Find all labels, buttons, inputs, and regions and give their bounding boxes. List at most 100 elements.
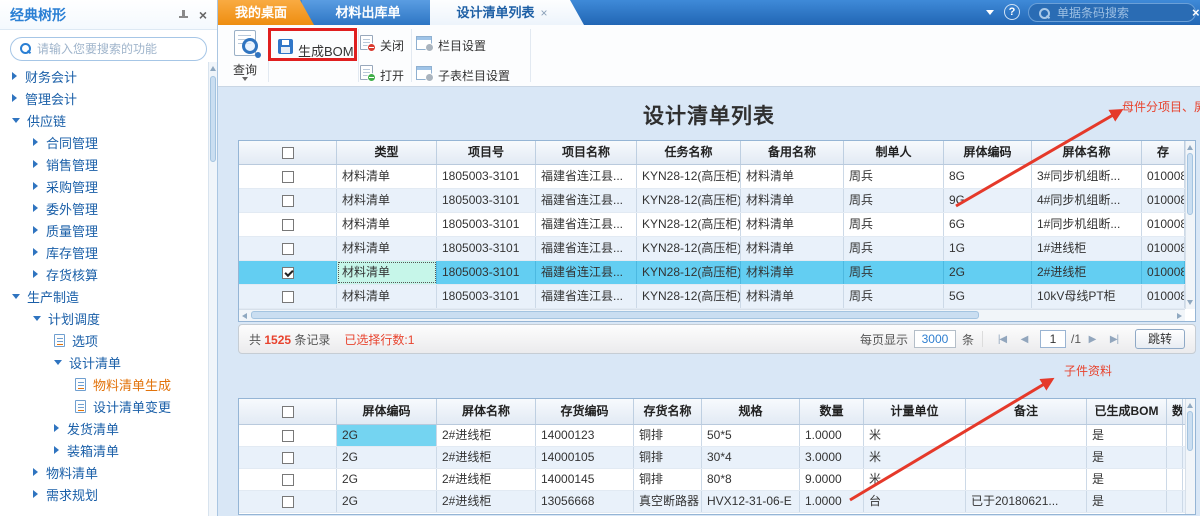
pin-icon[interactable] xyxy=(177,9,189,21)
row-checkbox[interactable] xyxy=(282,171,294,183)
column-header[interactable]: 存 xyxy=(1142,141,1185,164)
column-header[interactable]: 类型 xyxy=(337,141,437,164)
page-number-input[interactable] xyxy=(1040,330,1066,348)
column-header[interactable]: 屏体名称 xyxy=(437,399,536,424)
chevron-right-icon[interactable] xyxy=(33,226,38,234)
tree-item[interactable]: 需求规划 xyxy=(0,483,207,505)
row-checkbox[interactable] xyxy=(282,474,294,486)
tree-item[interactable]: 物料清单生成 xyxy=(0,373,207,395)
tab-material-outbound[interactable]: 材料出库单 xyxy=(302,0,444,25)
chevron-down-icon[interactable] xyxy=(54,360,62,365)
tab-design-list-active[interactable]: 设计清单列表× xyxy=(430,0,584,25)
table-row[interactable]: 材料清单1805003-3101福建省连江县...KYN28-12(高压柜)材料… xyxy=(239,285,1195,309)
chevron-right-icon[interactable] xyxy=(33,160,38,168)
scroll-up-icon[interactable] xyxy=(1187,403,1193,408)
sub-vertical-scrollbar[interactable] xyxy=(1185,399,1195,514)
column-header[interactable]: 屏体编码 xyxy=(337,399,437,424)
chevron-down-icon[interactable] xyxy=(12,294,20,299)
tab-my-desktop[interactable]: 我的桌面 xyxy=(218,0,314,25)
row-checkbox[interactable] xyxy=(282,406,294,418)
tree-item[interactable]: 采购管理 xyxy=(0,175,207,197)
tree-item[interactable]: 存货核算 xyxy=(0,263,207,285)
tree-item[interactable]: 供应链 xyxy=(0,109,207,131)
chevron-down-icon[interactable] xyxy=(33,316,41,321)
column-header[interactable]: 备用名称 xyxy=(741,141,844,164)
table-row[interactable]: 材料清单1805003-3101福建省连江县...KYN28-12(高压柜)材料… xyxy=(239,237,1195,261)
tree-item[interactable]: 财务会计 xyxy=(0,65,207,87)
tree-item[interactable]: 发货清单 xyxy=(0,417,207,439)
tree-item[interactable]: 生产制造 xyxy=(0,285,207,307)
row-checkbox[interactable] xyxy=(282,267,294,279)
scroll-thumb[interactable] xyxy=(1187,411,1193,451)
chevron-right-icon[interactable] xyxy=(12,94,17,102)
barcode-search[interactable] xyxy=(1028,3,1196,22)
tree-item[interactable]: 库存管理 xyxy=(0,241,207,263)
chevron-right-icon[interactable] xyxy=(33,204,38,212)
scroll-thumb[interactable] xyxy=(1187,153,1193,215)
column-header[interactable]: 项目名称 xyxy=(536,141,637,164)
row-checkbox[interactable] xyxy=(282,243,294,255)
document-icon[interactable] xyxy=(75,378,86,391)
row-checkbox[interactable] xyxy=(282,147,294,159)
row-checkbox[interactable] xyxy=(282,430,294,442)
chevron-down-icon[interactable] xyxy=(12,118,20,123)
column-header[interactable]: 已生成BOM xyxy=(1087,399,1167,424)
first-page-button[interactable]: |◀ xyxy=(991,334,1013,345)
barcode-search-input[interactable] xyxy=(1057,5,1187,20)
column-header[interactable]: 制单人 xyxy=(844,141,944,164)
tree-item[interactable]: 设计清单变更 xyxy=(0,395,207,417)
main-vertical-scrollbar[interactable] xyxy=(1185,141,1195,309)
last-page-button[interactable]: ▶| xyxy=(1103,334,1125,345)
column-header[interactable]: 任务名称 xyxy=(637,141,741,164)
column-header[interactable]: 数 xyxy=(1167,399,1183,424)
chevron-right-icon[interactable] xyxy=(54,424,59,432)
column-header[interactable]: 存货名称 xyxy=(634,399,702,424)
tree-item[interactable]: 合同管理 xyxy=(0,131,207,153)
table-row[interactable]: 材料清单1805003-3101福建省连江县...KYN28-12(高压柜)材料… xyxy=(239,213,1195,237)
table-row[interactable]: 材料清单1805003-3101福建省连江县...KYN28-12(高压柜)材料… xyxy=(239,261,1195,285)
scroll-right-icon[interactable] xyxy=(1177,313,1182,319)
prev-page-button[interactable]: ◀ xyxy=(1013,334,1035,345)
scroll-left-icon[interactable] xyxy=(242,313,247,319)
document-icon[interactable] xyxy=(54,334,65,347)
topbar-close-icon[interactable]: × xyxy=(1192,5,1200,20)
row-checkbox[interactable] xyxy=(282,195,294,207)
chevron-right-icon[interactable] xyxy=(33,138,38,146)
chevron-right-icon[interactable] xyxy=(33,468,38,476)
scroll-up-icon[interactable] xyxy=(1187,145,1193,150)
column-header[interactable]: 规格 xyxy=(702,399,800,424)
tab-close-icon[interactable]: × xyxy=(541,6,548,20)
row-checkbox[interactable] xyxy=(282,496,294,508)
document-icon[interactable] xyxy=(75,400,86,413)
sidebar-scrollbar[interactable] xyxy=(208,62,217,516)
column-header[interactable]: 存货编码 xyxy=(536,399,634,424)
row-checkbox[interactable] xyxy=(282,219,294,231)
scroll-thumb[interactable] xyxy=(251,311,979,319)
scroll-down-icon[interactable] xyxy=(1187,300,1193,305)
chevron-right-icon[interactable] xyxy=(54,446,59,454)
chevron-right-icon[interactable] xyxy=(33,182,38,190)
tree-item[interactable]: 质量管理 xyxy=(0,219,207,241)
tree-item[interactable]: 装箱清单 xyxy=(0,439,207,461)
chevron-right-icon[interactable] xyxy=(33,490,38,498)
row-checkbox[interactable] xyxy=(282,452,294,464)
jump-button[interactable]: 跳转 xyxy=(1135,329,1185,349)
help-icon[interactable]: ? xyxy=(1004,4,1020,20)
sidebar-search[interactable] xyxy=(10,37,207,61)
chevron-right-icon[interactable] xyxy=(33,248,38,256)
tree-item[interactable]: 管理会计 xyxy=(0,87,207,109)
tree-item[interactable]: 销售管理 xyxy=(0,153,207,175)
column-header[interactable]: 项目号 xyxy=(437,141,536,164)
sidebar-close-icon[interactable]: × xyxy=(199,9,207,21)
per-page-input[interactable] xyxy=(914,330,956,348)
tree-item[interactable]: 设计清单 xyxy=(0,351,207,373)
tree-item[interactable]: 物料清单 xyxy=(0,461,207,483)
tree-item[interactable]: 委外管理 xyxy=(0,197,207,219)
chevron-down-icon[interactable] xyxy=(986,10,994,15)
row-checkbox[interactable] xyxy=(282,291,294,303)
sidebar-search-input[interactable] xyxy=(37,39,198,59)
scroll-up-icon[interactable] xyxy=(210,66,216,71)
scroll-thumb[interactable] xyxy=(210,76,216,162)
main-horizontal-scrollbar[interactable] xyxy=(239,309,1185,321)
next-page-button[interactable]: ▶ xyxy=(1081,334,1103,345)
